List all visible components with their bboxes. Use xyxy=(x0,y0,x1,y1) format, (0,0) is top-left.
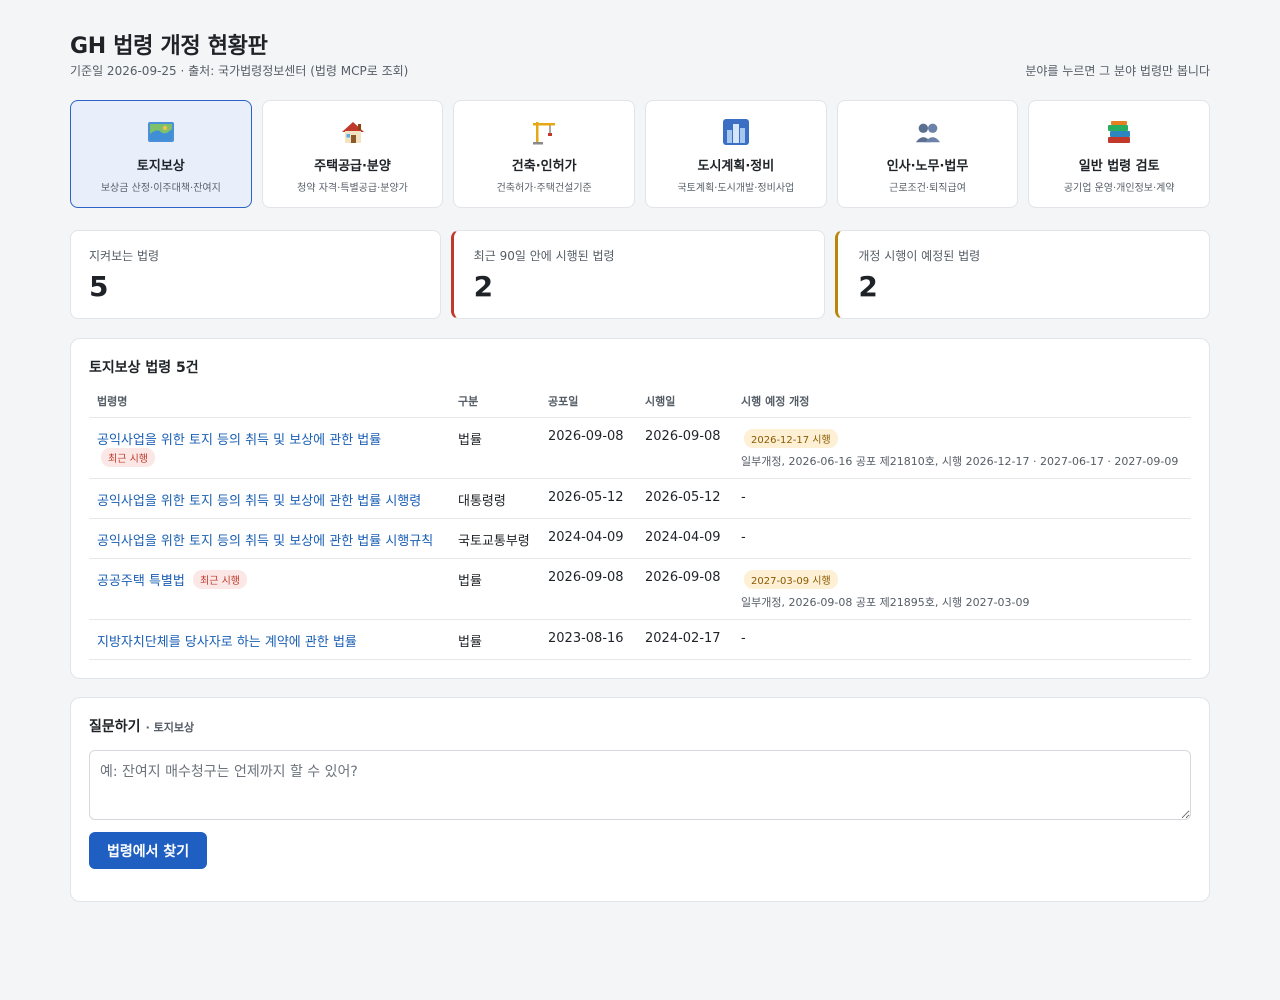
effective-date: 2026-05-12 xyxy=(637,478,733,519)
stats-row: 지켜보는 법령 5 최근 90일 안에 시행된 법령 2 개정 시행이 예정된 … xyxy=(70,230,1211,319)
column-header-upcoming: 시행 예정 개정 xyxy=(733,393,1191,418)
books-icon xyxy=(1105,118,1133,146)
ask-header: 질문하기 · 토지보상 xyxy=(89,716,1191,736)
table-row: 공공주택 특별법 최근 시행 법률 2026-09-08 2026-09-08 … xyxy=(89,558,1191,620)
law-type: 법률 xyxy=(450,619,540,660)
category-desc: 공기업 운영·개인정보·계약 xyxy=(1063,183,1175,194)
stat-value: 5 xyxy=(89,270,109,303)
column-header-promulgated: 공포일 xyxy=(540,393,637,418)
effective-date: 2024-04-09 xyxy=(637,518,733,559)
upcoming-detail: 일부개정, 2026-09-08 공포 제21895호, 시행 2027-03-… xyxy=(741,596,1030,609)
filter-hint: 분야를 누르면 그 분야 법령만 봅니다 xyxy=(1025,64,1210,78)
laws-panel: 토지보상 법령 5건 법령명 구분 공포일 시행일 시행 예정 개정 공익사업을… xyxy=(70,338,1210,679)
question-input[interactable] xyxy=(89,750,1191,820)
stat-watched-laws: 지켜보는 법령 5 xyxy=(70,230,441,319)
law-link[interactable]: 지방자치단체를 당사자로 하는 계약에 관한 법률 xyxy=(97,635,357,650)
search-laws-button[interactable]: 법령에서 찾기 xyxy=(89,832,208,869)
people-icon xyxy=(914,118,942,146)
city-icon xyxy=(722,118,750,146)
table-header-row: 법령명 구분 공포일 시행일 시행 예정 개정 xyxy=(89,393,1191,418)
law-link[interactable]: 공익사업을 위한 토지 등의 취득 및 보상에 관한 법률 xyxy=(97,433,381,448)
ask-title: 질문하기 xyxy=(89,719,141,735)
effective-date: 2026-09-08 xyxy=(637,558,733,620)
promulgated-date: 2024-04-09 xyxy=(540,518,637,559)
category-card-general-review[interactable]: 일반 법령 검토 공기업 운영·개인정보·계약 xyxy=(1028,100,1211,208)
ask-scope: · 토지보상 xyxy=(145,721,195,734)
category-name: 인사·노무·법무 xyxy=(886,159,969,174)
column-header-effective: 시행일 xyxy=(637,393,733,418)
upcoming-detail: - xyxy=(733,619,1191,660)
column-header-law-name: 법령명 xyxy=(89,393,450,418)
category-desc: 보상금 산정·이주대책·잔여지 xyxy=(100,183,221,194)
category-card-hr-legal[interactable]: 인사·노무·법무 근로조건·퇴직급여 xyxy=(836,100,1019,208)
upcoming-detail: 일부개정, 2026-06-16 공포 제21810호, 시행 2026-12-… xyxy=(741,455,1179,468)
stat-upcoming-amendments: 개정 시행이 예정된 법령 2 xyxy=(835,230,1211,319)
laws-table: 법령명 구분 공포일 시행일 시행 예정 개정 공익사업을 위한 토지 등의 취… xyxy=(89,393,1191,660)
upcoming-detail: - xyxy=(733,518,1191,559)
effective-date: 2024-02-17 xyxy=(637,619,733,660)
stat-label: 최근 90일 안에 시행된 법령 xyxy=(473,249,615,263)
upcoming-detail: - xyxy=(733,478,1191,519)
upcoming-badge: 2027-03-09 시행 xyxy=(744,570,838,589)
law-type: 법률 xyxy=(450,558,540,620)
promulgated-date: 2023-08-16 xyxy=(540,619,637,660)
category-name: 건축·인허가 xyxy=(511,159,577,174)
table-row: 공익사업을 위한 토지 등의 취득 및 보상에 관한 법률 시행규칙 국토교통부… xyxy=(89,518,1191,559)
table-row: 공익사업을 위한 토지 등의 취득 및 보상에 관한 법률 최근 시행 법률 2… xyxy=(89,417,1191,479)
category-cards: 토지보상 보상금 산정·이주대책·잔여지 주택공급·분양 청약 자격·특별공급·… xyxy=(70,100,1211,208)
category-desc: 국토계획·도시개발·정비사업 xyxy=(677,183,795,194)
table-row: 공익사업을 위한 토지 등의 취득 및 보상에 관한 법률 시행령 대통령령 2… xyxy=(89,478,1191,519)
crane-icon xyxy=(530,118,558,146)
category-desc: 청약 자격·특별공급·분양가 xyxy=(297,183,408,194)
category-name: 일반 법령 검토 xyxy=(1078,159,1160,174)
recent-badge: 최근 시행 xyxy=(193,570,247,589)
category-desc: 건축허가·주택건설기준 xyxy=(496,183,592,194)
map-icon xyxy=(147,118,175,146)
recent-badge: 최근 시행 xyxy=(101,448,155,467)
category-desc: 근로조건·퇴직급여 xyxy=(889,183,966,194)
upcoming-badge: 2026-12-17 시행 xyxy=(744,429,838,448)
category-name: 토지보상 xyxy=(136,159,185,174)
law-link[interactable]: 공공주택 특별법 xyxy=(97,574,185,589)
page-subtitle: 기준일 2026-09-25 · 출처: 국가법령정보센터 (법령 MCP로 조… xyxy=(70,64,409,78)
stat-label: 지켜보는 법령 xyxy=(89,249,160,263)
table-row: 지방자치단체를 당사자로 하는 계약에 관한 법률 법률 2023-08-16 … xyxy=(89,619,1191,660)
page-title: GH 법령 개정 현황판 xyxy=(70,34,268,59)
category-card-urban-planning[interactable]: 도시계획·정비 국토계획·도시개발·정비사업 xyxy=(645,100,827,208)
category-card-building-permits[interactable]: 건축·인허가 건축허가·주택건설기준 xyxy=(453,100,636,208)
promulgated-date: 2026-09-08 xyxy=(540,417,637,479)
stat-label: 개정 시행이 예정된 법령 xyxy=(858,249,981,263)
law-link[interactable]: 공익사업을 위한 토지 등의 취득 및 보상에 관한 법률 시행규칙 xyxy=(97,534,433,549)
house-icon xyxy=(339,118,367,146)
category-card-housing-supply[interactable]: 주택공급·분양 청약 자격·특별공급·분양가 xyxy=(261,100,444,208)
stat-recently-effective: 최근 90일 안에 시행된 법령 2 xyxy=(450,230,826,319)
law-link[interactable]: 공익사업을 위한 토지 등의 취득 및 보상에 관한 법률 시행령 xyxy=(97,494,421,509)
law-type: 법률 xyxy=(450,417,540,479)
page-header: GH 법령 개정 현황판 기준일 2026-09-25 · 출처: 국가법령정보… xyxy=(70,0,1210,100)
stat-value: 2 xyxy=(858,270,878,303)
category-card-land-compensation[interactable]: 토지보상 보상금 산정·이주대책·잔여지 xyxy=(70,100,252,208)
laws-panel-title: 토지보상 법령 5건 xyxy=(89,360,199,376)
promulgated-date: 2026-05-12 xyxy=(540,478,637,519)
law-type: 대통령령 xyxy=(450,478,540,519)
effective-date: 2026-09-08 xyxy=(637,417,733,479)
category-name: 주택공급·분양 xyxy=(314,159,391,174)
ask-panel: 질문하기 · 토지보상 법령에서 찾기 xyxy=(70,697,1210,902)
law-type: 국토교통부령 xyxy=(450,518,540,559)
promulgated-date: 2026-09-08 xyxy=(540,558,637,620)
column-header-type: 구분 xyxy=(450,393,540,418)
dashboard: GH 법령 개정 현황판 기준일 2026-09-25 · 출처: 국가법령정보… xyxy=(70,0,1211,902)
category-name: 도시계획·정비 xyxy=(697,159,775,174)
stat-value: 2 xyxy=(473,270,494,303)
